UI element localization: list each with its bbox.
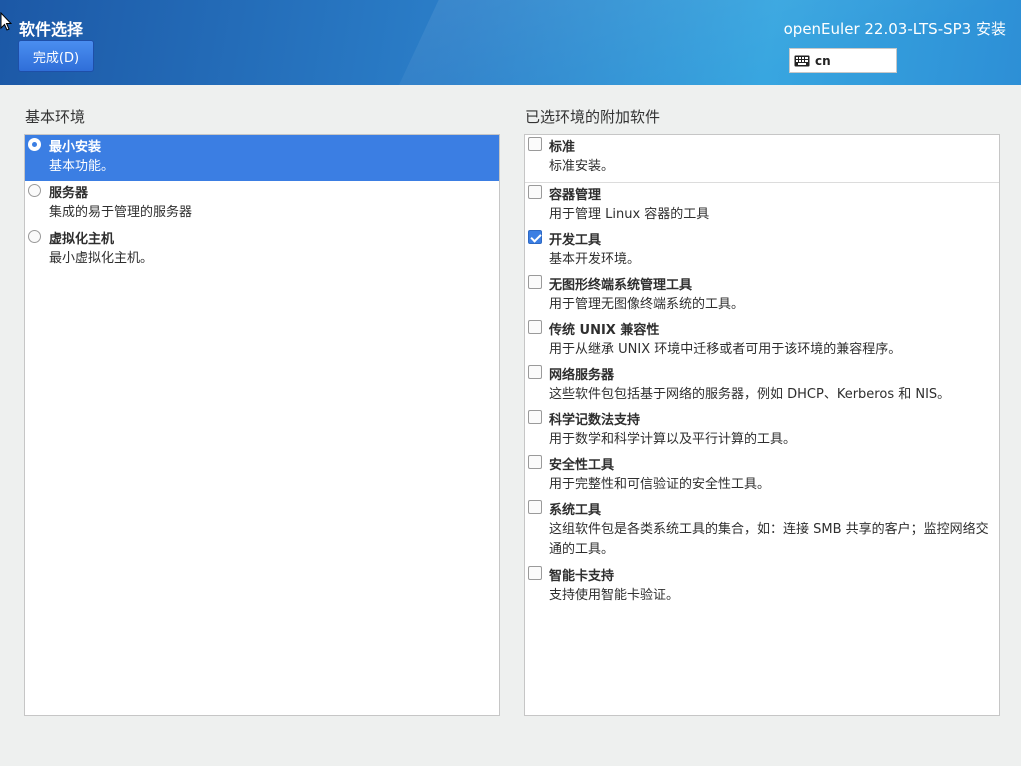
addon-item-name: 网络服务器 (549, 368, 615, 383)
addon-item-desc: 用于管理 Linux 容器的工具 (549, 207, 710, 222)
base-env-heading: 基本环境 (25, 108, 86, 126)
checkbox[interactable] (528, 500, 542, 514)
env-item-name: 服务器 (49, 186, 89, 201)
addon-item-name: 安全性工具 (549, 458, 615, 473)
checkbox[interactable] (528, 566, 542, 580)
addon-item-system-tools[interactable]: 系统工具 这组软件包是各类系统工具的集合，如：连接 SMB 共享的客户；监控网络… (525, 498, 999, 564)
header-bar: 软件选择 完成(D) openEuler 22.03-LTS-SP3 安装 cn (0, 0, 1021, 85)
addon-item-name: 系统工具 (549, 503, 602, 518)
checkbox-checked[interactable] (528, 230, 542, 244)
addon-item-desc: 用于完整性和可信验证的安全性工具。 (549, 477, 771, 492)
addon-item-desc: 基本开发环境。 (549, 252, 641, 267)
env-item-name: 最小安装 (49, 140, 102, 155)
addon-item-name: 科学记数法支持 (549, 413, 641, 428)
addon-item-name: 标准 (549, 140, 576, 155)
checkbox[interactable] (528, 455, 542, 469)
radio-button[interactable] (28, 184, 41, 197)
addon-item-desc: 用于管理无图像终端系统的工具。 (549, 297, 745, 312)
env-item-virtualization-host[interactable]: 虚拟化主机 最小虚拟化主机。 (25, 227, 499, 273)
addon-item-scientific[interactable]: 科学记数法支持 用于数学和科学计算以及平行计算的工具。 (525, 408, 999, 453)
addon-item-desc: 用于从继承 UNIX 环境中迁移或者可用于该环境的兼容程序。 (549, 342, 902, 357)
addon-item-container-management[interactable]: 容器管理 用于管理 Linux 容器的工具 (525, 183, 999, 228)
keyboard-layout-label: cn (815, 53, 831, 68)
keyboard-icon (794, 55, 810, 66)
addon-item-name: 容器管理 (549, 188, 602, 203)
checkbox[interactable] (528, 320, 542, 334)
addon-item-desc: 支持使用智能卡验证。 (549, 588, 680, 603)
addon-item-name: 开发工具 (549, 233, 602, 248)
env-item-name: 虚拟化主机 (49, 232, 115, 247)
keyboard-layout-indicator[interactable]: cn (789, 48, 897, 73)
addon-item-name: 传统 UNIX 兼容性 (549, 323, 660, 338)
addon-item-name: 无图形终端系统管理工具 (549, 278, 693, 293)
addons-heading: 已选环境的附加软件 (525, 108, 661, 126)
checkbox[interactable] (528, 137, 542, 151)
addon-item-desc: 这些软件包包括基于网络的服务器，例如 DHCP、Kerberos 和 NIS。 (549, 387, 951, 402)
product-title: openEuler 22.03-LTS-SP3 安装 (783, 20, 1006, 38)
addon-item-network-server[interactable]: 网络服务器 这些软件包包括基于网络的服务器，例如 DHCP、Kerberos 和… (525, 363, 999, 408)
env-item-server[interactable]: 服务器 集成的易于管理的服务器 (25, 181, 499, 227)
addon-item-desc: 这组软件包是各类系统工具的集合，如：连接 SMB 共享的客户；监控网络交通的工具… (549, 522, 989, 557)
addon-item-security-tools[interactable]: 安全性工具 用于完整性和可信验证的安全性工具。 (525, 453, 999, 498)
addon-item-development-tools[interactable]: 开发工具 基本开发环境。 (525, 228, 999, 273)
addon-item-legacy-unix[interactable]: 传统 UNIX 兼容性 用于从继承 UNIX 环境中迁移或者可用于该环境的兼容程… (525, 318, 999, 363)
addon-item-desc: 用于数学和科学计算以及平行计算的工具。 (549, 432, 797, 447)
env-item-desc: 集成的易于管理的服务器 (49, 205, 193, 220)
checkbox[interactable] (528, 365, 542, 379)
addon-item-headless-management[interactable]: 无图形终端系统管理工具 用于管理无图像终端系统的工具。 (525, 273, 999, 318)
addon-item-standard[interactable]: 标准 标准安装。 (525, 135, 999, 183)
addon-item-name: 智能卡支持 (549, 569, 615, 584)
mouse-pointer-icon (0, 12, 12, 31)
done-button[interactable]: 完成(D) (18, 40, 94, 72)
env-item-desc: 基本功能。 (49, 159, 115, 174)
addons-list: 标准 标准安装。 容器管理 用于管理 Linux 容器的工具 开发工具 基本开发… (524, 134, 1000, 716)
checkbox[interactable] (528, 410, 542, 424)
checkbox[interactable] (528, 185, 542, 199)
page-title: 软件选择 (19, 20, 84, 39)
addon-item-desc: 标准安装。 (549, 159, 615, 174)
base-env-list: 最小安装 基本功能。 服务器 集成的易于管理的服务器 虚拟化主机 最小虚拟化主机… (24, 134, 500, 716)
radio-button[interactable] (28, 138, 41, 151)
checkbox[interactable] (528, 275, 542, 289)
radio-button[interactable] (28, 230, 41, 243)
env-item-desc: 最小虚拟化主机。 (49, 251, 154, 266)
env-item-minimal[interactable]: 最小安装 基本功能。 (25, 135, 499, 181)
addon-item-smart-card[interactable]: 智能卡支持 支持使用智能卡验证。 (525, 564, 999, 609)
